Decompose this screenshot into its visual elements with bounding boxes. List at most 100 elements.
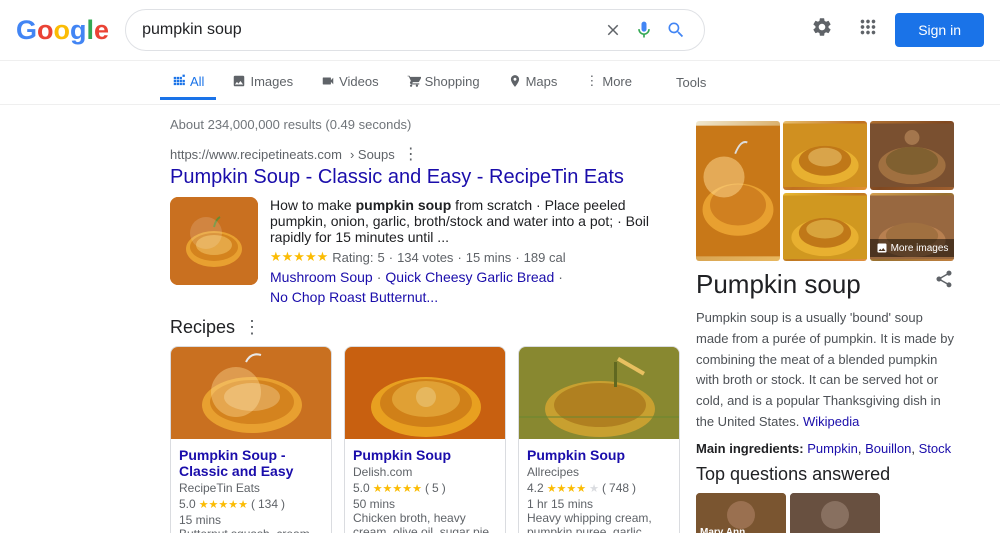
recipe-name-1: Pumpkin Soup - Classic and Easy <box>179 447 323 479</box>
sign-in-button[interactable]: Sign in <box>895 13 984 47</box>
search-button[interactable] <box>664 18 688 42</box>
kp-title: Pumpkin soup <box>696 269 861 300</box>
kp-ingredients-label: Main ingredients: <box>696 441 804 456</box>
result-desc-start: How to make <box>270 197 356 213</box>
rating-sep: · <box>389 250 393 265</box>
tab-shopping[interactable]: Shopping <box>395 66 492 100</box>
kp-avatar-1[interactable]: Mary Ann Esposito <box>696 493 786 533</box>
clear-search-button[interactable] <box>602 19 624 41</box>
kp-description: Pumpkin soup is a usually 'bound' soup m… <box>696 308 954 433</box>
result-menu-button[interactable]: ⋮ <box>403 144 419 164</box>
recipe-stars-3: ★★★★ <box>547 482 586 495</box>
tab-videos[interactable]: Videos <box>309 66 391 100</box>
rating-value: 5 <box>377 250 384 265</box>
time-sep: · <box>457 250 461 265</box>
kp-image-5[interactable]: More images <box>870 193 954 262</box>
kp-wikipedia-link[interactable]: Wikipedia <box>803 414 859 429</box>
recipe-card-2[interactable]: Pumpkin Soup Delish.com 5.0 ★★★★★ (5) 50… <box>344 346 506 533</box>
kp-avatar-2[interactable]: Mary Ann <box>790 493 880 533</box>
recipe-tags-2: Chicken broth, heavy cream, olive oil, s… <box>353 511 497 533</box>
recipes-menu-button[interactable]: ⋮ <box>243 317 261 338</box>
kp-avatar-1-label: Mary Ann Esposito <box>700 527 786 533</box>
recipe-info-2: Pumpkin Soup Delish.com 5.0 ★★★★★ (5) 50… <box>345 439 505 533</box>
recipe-stars-1: ★★★★★ <box>199 498 248 511</box>
settings-icon[interactable] <box>803 8 841 52</box>
recipe-rating-val-3: 4.2 <box>527 481 544 495</box>
recipe-card-1[interactable]: Pumpkin Soup - Classic and Easy RecipeTi… <box>170 346 332 533</box>
recipe-time-1: 15 mins <box>179 513 323 527</box>
search-bar-container <box>125 9 705 51</box>
recipe-tags-3: Heavy whipping cream, pumpkin puree, gar… <box>527 511 671 533</box>
kp-ingredients: Main ingredients: Pumpkin, Bouillon, Sto… <box>696 441 954 456</box>
related-link-mushroom-soup[interactable]: Mushroom Soup <box>270 269 373 285</box>
recipe-reviews-3: 748 <box>609 481 629 495</box>
tab-more-label: More <box>602 74 632 89</box>
search-input[interactable] <box>142 21 594 39</box>
recipe-star-empty-3: ★ <box>589 482 599 495</box>
kp-image-3[interactable] <box>870 121 954 190</box>
search-bar <box>125 9 705 51</box>
search-icons <box>602 18 688 42</box>
kp-ingredient-pumpkin[interactable]: Pumpkin <box>807 441 858 456</box>
related-link-cheesy-bread[interactable]: Quick Cheesy Garlic Bread <box>385 269 554 285</box>
tab-all[interactable]: All <box>160 66 216 100</box>
votes: 134 votes <box>397 250 453 265</box>
recipe-time-2: 50 mins <box>353 497 497 511</box>
sep2: · <box>558 269 563 285</box>
result-title[interactable]: Pumpkin Soup - Classic and Easy - Recipe… <box>170 166 680 189</box>
kp-image-2[interactable] <box>783 121 867 190</box>
recipe-stars-2: ★★★★★ <box>373 482 422 495</box>
apps-icon[interactable] <box>849 8 887 52</box>
related-link-roast-butternut[interactable]: No Chop Roast Butternut... <box>270 289 438 305</box>
more-images-button[interactable]: More images <box>870 239 954 257</box>
result-body: How to make pumpkin soup from scratch · … <box>170 197 680 305</box>
tab-more[interactable]: ⋮ More <box>573 65 644 100</box>
more-images-label: More images <box>891 243 949 254</box>
header-right: Sign in <box>803 8 984 52</box>
recipe-tags-1: Butternut squash, cream, white, low sodi… <box>179 527 323 533</box>
tab-images-label: Images <box>250 74 293 89</box>
recipe-info-1: Pumpkin Soup - Classic and Easy RecipeTi… <box>171 439 331 533</box>
kp-ingredient-bouillon[interactable]: Bouillon <box>865 441 911 456</box>
tab-all-label: All <box>190 74 204 89</box>
tab-maps[interactable]: Maps <box>496 66 570 100</box>
kp-image-4[interactable] <box>783 193 867 262</box>
kp-top-questions-title: Top questions answered <box>696 464 954 485</box>
kp-ingredient-stock[interactable]: Stock <box>919 441 952 456</box>
main-content: About 234,000,000 results (0.49 seconds)… <box>0 105 1000 541</box>
recipe-name-3: Pumpkin Soup <box>527 447 671 463</box>
kp-share-button[interactable] <box>934 269 954 294</box>
tools-button[interactable]: Tools <box>664 67 718 98</box>
recipe-rating-3: 4.2 ★★★★★ (748) <box>527 481 671 495</box>
related-links: Mushroom Soup · Quick Cheesy Garlic Brea… <box>270 269 680 305</box>
result-thumbnail <box>170 197 258 285</box>
tab-shopping-label: Shopping <box>425 74 480 89</box>
recipe-card-3[interactable]: Pumpkin Soup Allrecipes 4.2 ★★★★★ (748) … <box>518 346 680 533</box>
knowledge-panel: More images Pumpkin soup Pumpkin soup is… <box>680 113 970 533</box>
result-url-path: › Soups <box>350 147 395 162</box>
header: Google Sign in <box>0 0 1000 61</box>
star-icons: ★★★★★ <box>270 249 328 265</box>
rating-row: ★★★★★ Rating: 5 · 134 votes · 15 mins · … <box>270 249 680 265</box>
kp-title-row: Pumpkin soup <box>696 269 954 308</box>
recipe-img-2 <box>345 347 505 439</box>
tab-videos-label: Videos <box>339 74 379 89</box>
recipes-header: Recipes ⋮ <box>170 317 680 338</box>
time: 15 mins <box>466 250 512 265</box>
nav-tabs: All Images Videos Shopping Maps ⋮ More T… <box>0 61 1000 105</box>
recipe-source-3: Allrecipes <box>527 465 671 479</box>
recipe-img-3 <box>519 347 679 439</box>
result-url-domain: https://www.recipetineats.com <box>170 147 342 162</box>
results-info: About 234,000,000 results (0.49 seconds) <box>170 117 680 132</box>
kp-desc-text: Pumpkin soup is a usually 'bound' soup m… <box>696 310 954 429</box>
tab-images[interactable]: Images <box>220 66 305 100</box>
kp-avatars: Mary Ann Esposito Mary Ann <box>696 493 954 533</box>
recipe-img-1 <box>171 347 331 439</box>
voice-search-button[interactable] <box>632 18 656 42</box>
recipe-review-count-1: ( <box>251 497 255 511</box>
recipe-name-2: Pumpkin Soup <box>353 447 497 463</box>
kp-image-1[interactable] <box>696 121 780 261</box>
recipe-reviews-1: 134 <box>258 497 278 511</box>
cal-sep: · <box>515 250 519 265</box>
recipe-source-1: RecipeTin Eats <box>179 481 323 495</box>
